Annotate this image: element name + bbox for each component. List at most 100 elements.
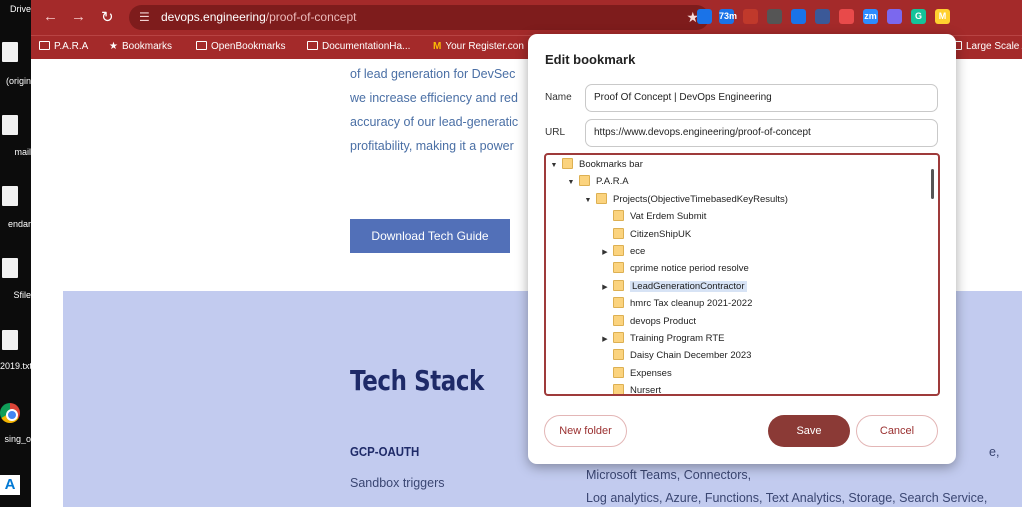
folder-icon	[613, 366, 624, 378]
download-tech-guide-button[interactable]: Download Tech Guide	[350, 219, 510, 253]
tree-folder-row[interactable]: ▼ Projects(ObjectiveTimebasedKeyResults)	[583, 191, 788, 208]
tech-list-line: Microsoft Teams, Connectors,	[586, 468, 752, 482]
paragraph-line: profitability, making it a power	[350, 139, 514, 153]
bookmark-bookmarks[interactable]: ★ Bookmarks	[109, 41, 172, 52]
desktop-label-1[interactable]: (origin	[0, 76, 31, 86]
folder-icon	[613, 279, 624, 291]
bookmark-para[interactable]: P.A.R.A	[39, 41, 88, 52]
desktop-icons-strip: Drive (origin mail endar Sfile 2019.txt …	[0, 0, 31, 507]
tree-folder-label: Projects(ObjectiveTimebasedKeyResults)	[613, 193, 788, 205]
paragraph-line: of lead generation for DevSec	[350, 67, 516, 81]
tech-stack-title: Tech Stack	[350, 364, 484, 397]
bookmark-documentation[interactable]: DocumentationHa...	[307, 41, 410, 52]
collapse-triangle-icon[interactable]: ▶	[600, 279, 610, 296]
expand-triangle-icon[interactable]: ▼	[583, 192, 593, 209]
desktop-file-icon[interactable]	[2, 186, 18, 206]
forward-arrow-icon[interactable]: →	[71, 8, 86, 25]
bookmark-your-register[interactable]: M Your Register.con	[433, 41, 524, 52]
zoom-extension-icon[interactable]: zm	[863, 9, 878, 24]
tech-list-line: Log analytics, Azure, Functions, Text An…	[586, 491, 988, 505]
dialog-title: Edit bookmark	[545, 52, 636, 67]
tree-folder-row[interactable]: Expenses	[600, 365, 672, 382]
tree-folder-row[interactable]: Vat Erdem Submit	[600, 208, 706, 225]
desktop-file-icon[interactable]	[2, 258, 18, 278]
folder-icon	[613, 227, 624, 239]
tree-folder-label: P.A.R.A	[596, 176, 629, 188]
desktop-label-5[interactable]: 2019.txt	[0, 361, 31, 371]
new-folder-button[interactable]: New folder	[544, 415, 627, 447]
desktop-label-drive[interactable]: Drive	[0, 4, 31, 14]
url-label: URL	[545, 127, 566, 138]
extension-icon-4[interactable]	[767, 9, 782, 24]
name-input[interactable]: Proof Of Concept | DevOps Engineering	[585, 84, 938, 112]
tree-folder-row[interactable]: CitizenShipUK	[600, 226, 691, 243]
chrome-desktop-icon[interactable]	[0, 403, 20, 423]
paragraph-line: accuracy of our lead-generatic	[350, 115, 519, 129]
url-input[interactable]: https://www.devops.engineering/proof-of-…	[585, 119, 938, 147]
save-button[interactable]: Save	[768, 415, 850, 447]
folder-icon	[613, 349, 624, 361]
tree-folder-label: hmrc Tax cleanup 2021-2022	[630, 298, 753, 310]
extension-icon-3[interactable]	[743, 9, 758, 24]
folder-icon	[307, 41, 318, 50]
back-arrow-icon[interactable]: ←	[43, 8, 58, 25]
tree-folder-label: devops Product	[630, 315, 697, 327]
address-url[interactable]: devops.engineering/proof-of-concept	[161, 10, 356, 24]
tree-folder-row[interactable]: Nursert	[600, 382, 661, 394]
tree-folder-row[interactable]: ▶ Training Program RTE	[600, 330, 725, 347]
miro-extension-icon[interactable]: M	[935, 9, 950, 24]
desktop-label-3[interactable]: endar	[0, 219, 31, 229]
bookmark-large-scale[interactable]: Large Scale A	[951, 41, 1022, 52]
tree-folder-row[interactable]: Daisy Chain December 2023	[600, 347, 751, 364]
browser-toolbar: ← → ↻ ☰ devops.engineering/proof-of-conc…	[31, 0, 1022, 35]
desktop-label-6[interactable]: sing_o	[0, 434, 31, 444]
address-bar[interactable]: ☰ devops.engineering/proof-of-concept ★	[129, 5, 709, 30]
tree-folder-row[interactable]: cprime notice period resolve	[600, 260, 749, 277]
azure-desktop-icon[interactable]: A	[0, 475, 20, 495]
desktop-label-2[interactable]: mail	[0, 147, 31, 157]
collapse-triangle-icon[interactable]: ▶	[600, 244, 610, 261]
expand-triangle-icon[interactable]: ▼	[566, 174, 576, 191]
tree-folder-row[interactable]: hmrc Tax cleanup 2021-2022	[600, 295, 752, 312]
tree-folder-label: Training Program RTE	[630, 333, 725, 344]
tree-scrollbar[interactable]	[931, 169, 934, 199]
folder-icon	[562, 158, 573, 169]
calendar-extension-icon[interactable]	[697, 9, 712, 24]
folder-icon	[613, 332, 624, 343]
tree-folder-label: Bookmarks bar	[579, 159, 643, 170]
folder-icon	[39, 41, 50, 50]
extension-icon-5[interactable]	[791, 9, 806, 24]
tree-folder-label: Vat Erdem Submit	[630, 211, 707, 223]
collapse-triangle-icon[interactable]: ▶	[600, 331, 610, 348]
grammarly-extension-icon[interactable]: G	[911, 9, 926, 24]
extension-icon-9[interactable]	[887, 9, 902, 24]
tree-folder-row[interactable]: devops Product	[600, 313, 696, 330]
edit-bookmark-dialog: Edit bookmark Name Proof Of Concept | De…	[528, 34, 956, 464]
extension-icon-6[interactable]	[815, 9, 830, 24]
folder-icon	[596, 192, 607, 204]
cancel-button[interactable]: Cancel	[856, 415, 938, 447]
folder-icon	[613, 384, 624, 394]
extension-icon-7[interactable]	[839, 9, 854, 24]
site-info-icon[interactable]: ☰	[139, 10, 150, 24]
tree-folder-row[interactable]: ▼ P.A.R.A	[566, 173, 629, 190]
reload-icon[interactable]: ↻	[101, 8, 114, 26]
tree-folder-label: LeadGenerationContractor	[630, 280, 747, 292]
bookmark-openbookmarks[interactable]: OpenBookmarks	[196, 41, 285, 52]
tree-folder-row[interactable]: ▶ LeadGenerationContractor	[600, 278, 747, 295]
name-label: Name	[545, 92, 572, 103]
expand-triangle-icon[interactable]: ▼	[549, 157, 559, 174]
gcp-oauth-heading: GCP-OAUTH	[350, 444, 420, 459]
paragraph-line: we increase efficiency and red	[350, 91, 518, 105]
desktop-text-file-icon[interactable]	[2, 330, 18, 350]
tree-folder-row[interactable]: ▼ Bookmarks bar	[549, 156, 643, 173]
folder-icon	[613, 262, 624, 274]
folder-tree[interactable]: ▼ Bookmarks bar ▼ P.A.R.A ▼ Projects(Objectiv…	[544, 153, 940, 396]
folder-icon	[613, 297, 624, 309]
badge-extension-icon[interactable]: 73m	[719, 9, 737, 24]
desktop-file-icon[interactable]	[2, 42, 18, 62]
desktop-label-4[interactable]: Sfile	[0, 290, 31, 300]
folder-icon	[613, 245, 624, 256]
desktop-file-icon[interactable]	[2, 115, 18, 135]
tree-folder-row[interactable]: ▶ ece	[600, 243, 645, 260]
